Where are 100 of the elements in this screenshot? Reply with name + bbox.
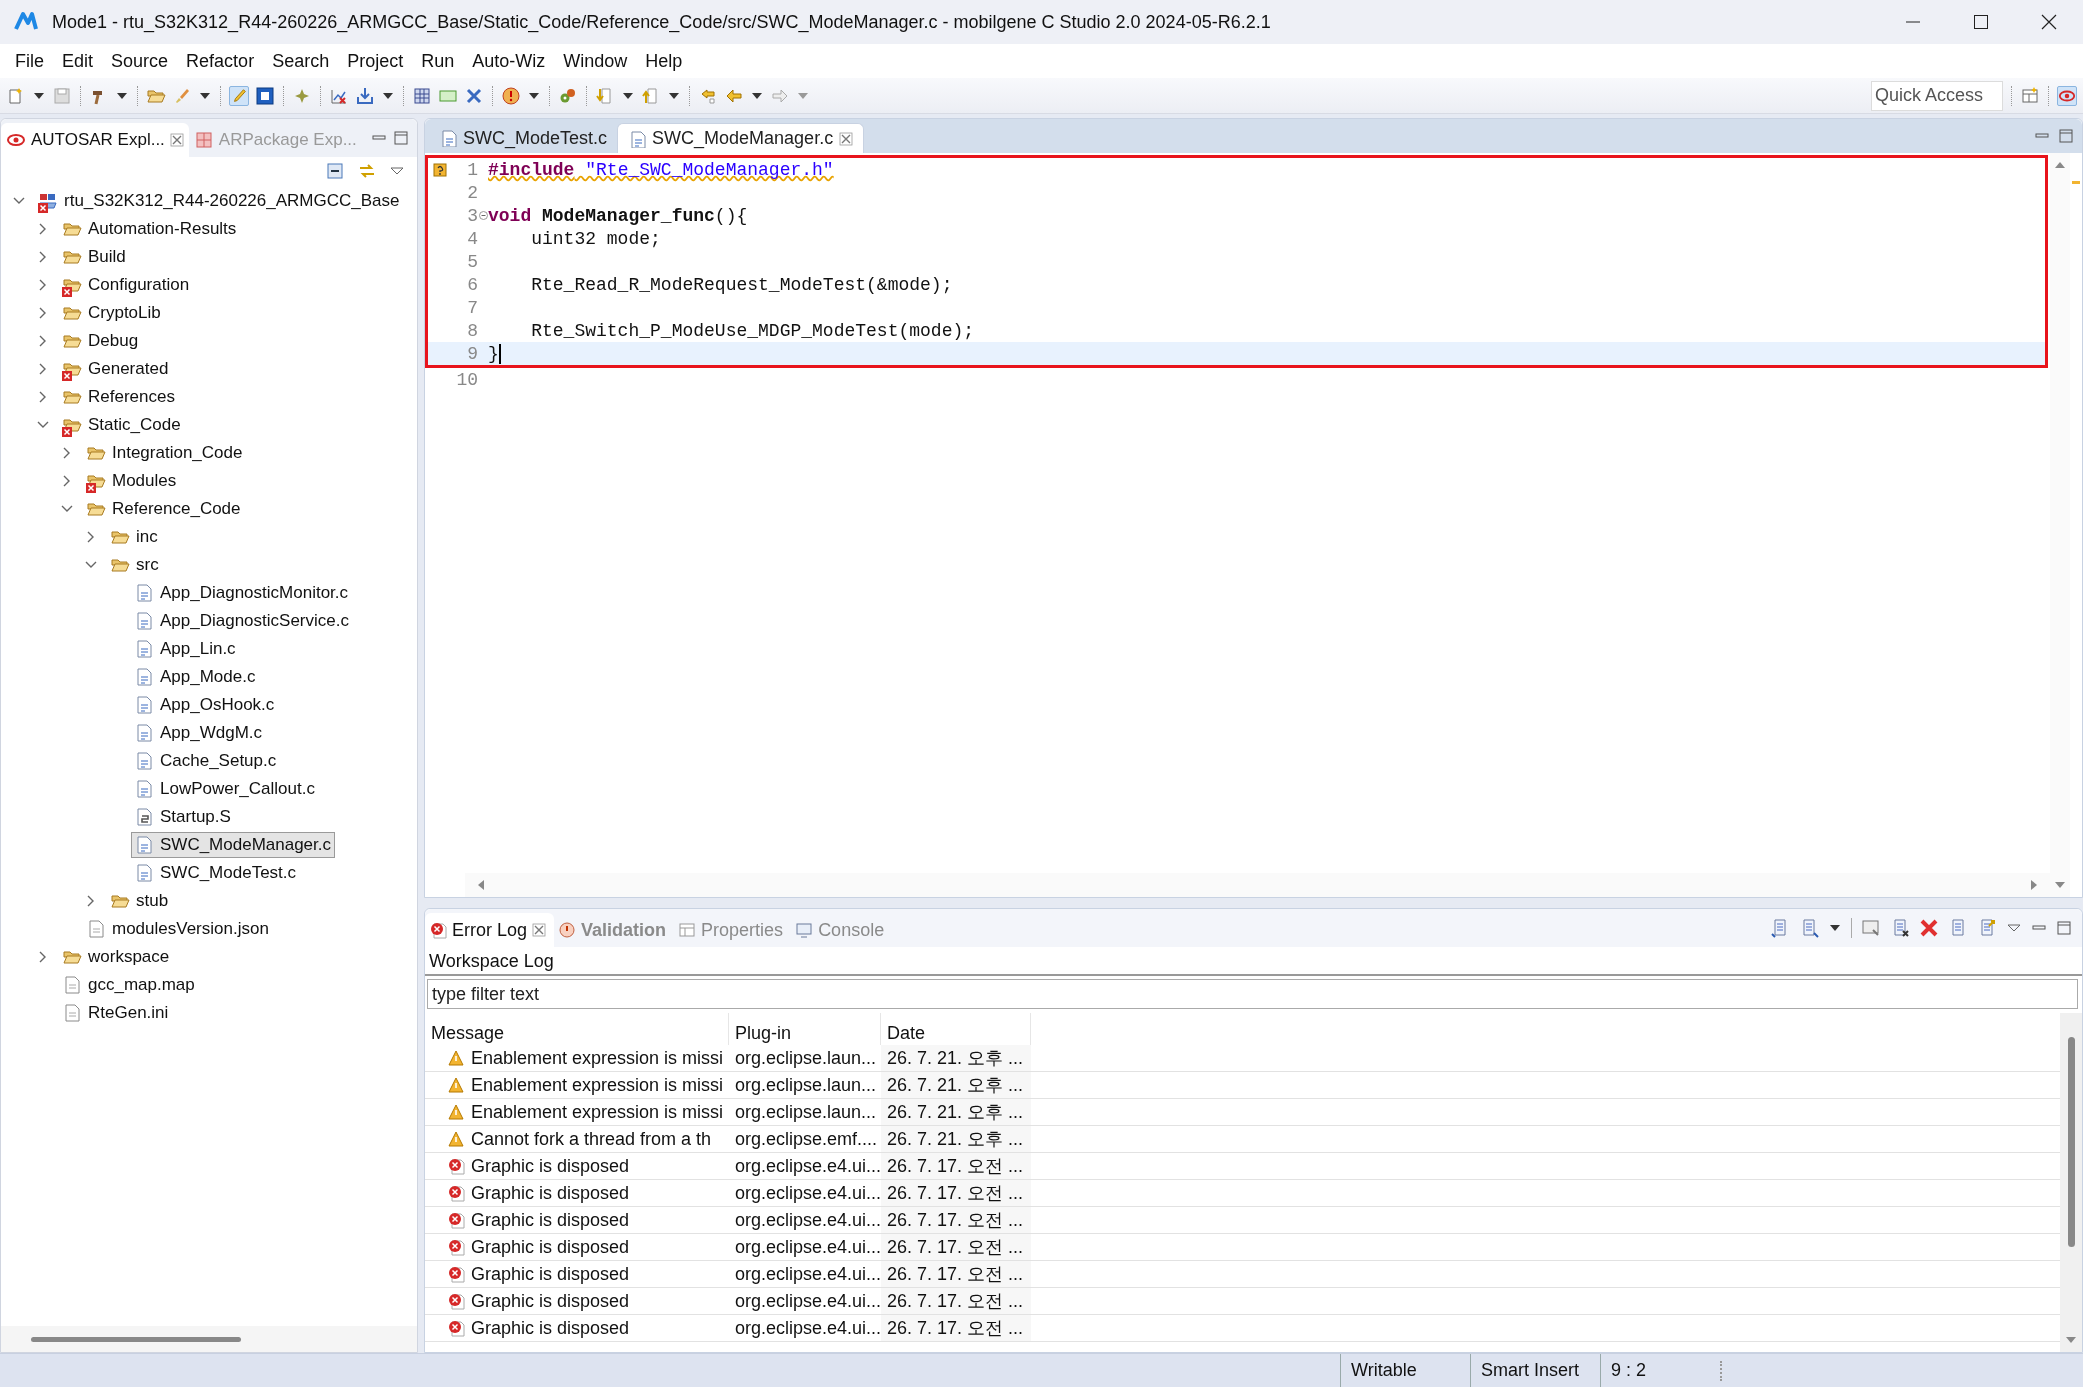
menu-item[interactable]: Run xyxy=(412,46,464,76)
table-cell: 26. 7. 21. 오후 ... xyxy=(881,1099,1031,1125)
table-cell-text: org.eclipse.emf.... xyxy=(734,1127,879,1151)
table-cell: 26. 7. 21. 오후 ... xyxy=(881,1126,1031,1152)
table-cell: Cannot fork a thread from a th xyxy=(471,1128,712,1150)
tree-item[interactable]: App_Mode.c xyxy=(131,664,260,690)
table-cell: 26. 7. 17. 오전 ... xyxy=(881,1234,1031,1260)
tree-item[interactable]: RteGen.ini xyxy=(59,1000,173,1026)
table-cell: 26. 7. 21. 오후 ... xyxy=(881,1045,1031,1071)
line-number: 2 xyxy=(466,182,478,203)
tree-item[interactable]: App_Lin.c xyxy=(131,636,240,662)
line-number: 4 xyxy=(466,228,478,249)
code-line: uint32 mode; xyxy=(530,228,661,249)
menu-item[interactable]: Refactor xyxy=(177,46,264,76)
tree-item[interactable]: SWC_ModeTest.c xyxy=(131,860,301,886)
quick-access-field[interactable]: Quick Access xyxy=(1871,80,2003,111)
table-cell: 26. 7. 17. 오전 ... xyxy=(881,1315,1031,1341)
table-cell: Graphic is disposed xyxy=(471,1209,630,1231)
table-cell: Enablement expression is missi xyxy=(471,1101,724,1123)
table-cell-text: org.eclipse.e4.ui... xyxy=(734,1181,881,1205)
tree-item[interactable]: Integration_Code xyxy=(83,440,247,466)
table-cell-text: org.eclipse.e4.ui... xyxy=(734,1208,881,1232)
menu-item[interactable]: File xyxy=(6,46,53,76)
filter-field[interactable]: type filter text xyxy=(427,979,2078,1009)
menu-item[interactable]: Search xyxy=(263,46,339,76)
code-line: Rte_Read_R_ModeRequest_ModeTest(&mode); xyxy=(530,274,953,295)
table-cell: 26. 7. 17. 오전 ... xyxy=(881,1207,1031,1233)
table-cell: 26. 7. 21. 오후 ... xyxy=(881,1072,1031,1098)
line-number: 7 xyxy=(466,297,478,318)
tree-item[interactable]: modulesVersion.json xyxy=(83,916,273,942)
tree-item[interactable]: App_WdgM.c xyxy=(131,720,267,746)
tree-item[interactable]: Cache_Setup.c xyxy=(131,748,281,774)
menu-item[interactable]: Project xyxy=(338,46,413,76)
code-line: Rte_Switch_P_ModeUse_MDGP_ModeTest(mode); xyxy=(530,320,975,341)
line-number: 10 xyxy=(455,369,478,390)
table-cell: Graphic is disposed xyxy=(471,1182,630,1204)
menu-item[interactable]: Auto-Wiz xyxy=(463,46,555,76)
table-cell-text: org.eclipse.laun... xyxy=(734,1100,878,1124)
table-cell: Graphic is disposed xyxy=(471,1317,630,1339)
table-cell-text: org.eclipse.e4.ui... xyxy=(734,1154,881,1178)
tree-item[interactable]: inc xyxy=(107,524,162,550)
table-cell-text: org.eclipse.e4.ui... xyxy=(734,1262,881,1286)
table-cell: Enablement expression is missi xyxy=(471,1047,724,1069)
status-text: Writable xyxy=(1340,1354,1470,1387)
column-header[interactable]: Message xyxy=(425,1013,729,1045)
tree-item[interactable]: SWC_ModeManager.c xyxy=(131,832,336,858)
line-number: 8 xyxy=(466,320,478,341)
column-header[interactable]: Plug-in xyxy=(729,1013,881,1045)
line-number: 5 xyxy=(466,251,478,272)
panel-tab[interactable]: AUTOSAR Expl... xyxy=(1,123,189,157)
panel-tab[interactable]: Error Log xyxy=(425,913,555,947)
tree-item[interactable]: App_OsHook.c xyxy=(131,692,279,718)
tree-item[interactable]: Generated xyxy=(59,356,173,382)
line-number: 1 xyxy=(466,159,478,180)
tree-item[interactable]: stub xyxy=(107,888,173,914)
status-text: Smart Insert xyxy=(1470,1354,1600,1387)
tree-item[interactable]: workspace xyxy=(59,944,174,970)
menu-item[interactable]: Edit xyxy=(53,46,103,76)
tree-item[interactable]: Automation-Results xyxy=(59,216,241,242)
tree-item[interactable]: Debug xyxy=(59,328,143,354)
table-cell: 26. 7. 17. 오전 ... xyxy=(881,1153,1031,1179)
window-title: Mode1 - rtu_S32K312_R44-260226_ARMGCC_Base/Static_Code/Reference_Code/src/SWC_ModeManager.c - mobilgene C Studio 2.0 2024-05-R6.2.1 xyxy=(52,11,1272,33)
tree-item[interactable]: App_DiagnosticService.c xyxy=(131,608,353,634)
line-number: 9 xyxy=(466,343,478,364)
view-title: Workspace Log xyxy=(425,947,2082,976)
table-cell-text: org.eclipse.e4.ui... xyxy=(734,1235,881,1259)
tree-item[interactable]: Reference_Code xyxy=(83,496,245,522)
table-cell-text: org.eclipse.laun... xyxy=(734,1073,878,1097)
editor-tab[interactable]: SWC_ModeTest.c xyxy=(429,123,618,153)
table-cell: Graphic is disposed xyxy=(471,1263,630,1285)
tree-item[interactable]: Static_Code xyxy=(59,412,185,438)
tree-item[interactable]: Modules xyxy=(83,468,181,494)
tree-item[interactable]: References xyxy=(59,384,179,410)
code-line: } xyxy=(488,343,499,364)
tree-item[interactable]: Configuration xyxy=(59,272,194,298)
line-number: 6 xyxy=(466,274,478,295)
status-text: 9 : 2 xyxy=(1600,1354,1720,1387)
table-cell: Graphic is disposed xyxy=(471,1290,630,1312)
table-cell: Graphic is disposed xyxy=(471,1236,630,1258)
tree-item[interactable]: src xyxy=(107,552,163,578)
code-line: #include "Rte_SWC_ModeManager.h" xyxy=(488,159,834,180)
table-cell: 26. 7. 17. 오전 ... xyxy=(881,1288,1031,1314)
menu-item[interactable]: Source xyxy=(102,46,178,76)
tree-item[interactable]: Startup.S xyxy=(131,804,235,830)
menu-item[interactable]: Help xyxy=(636,46,692,76)
tree-item[interactable]: LowPower_Callout.c xyxy=(131,776,319,802)
table-cell: 26. 7. 17. 오전 ... xyxy=(881,1180,1031,1206)
tree-item[interactable]: rtu_S32K312_R44-260226_ARMGCC_Base xyxy=(35,188,404,214)
line-number: 3 xyxy=(466,205,478,226)
tree-item[interactable]: CryptoLib xyxy=(59,300,165,326)
table-cell: Graphic is disposed xyxy=(471,1155,630,1177)
table-cell: Enablement expression is missi xyxy=(471,1074,724,1096)
tree-item[interactable]: Build xyxy=(59,244,130,270)
tree-item[interactable]: App_DiagnosticMonitor.c xyxy=(131,580,353,606)
menu-item[interactable]: Window xyxy=(554,46,637,76)
table-cell-text: org.eclipse.e4.ui... xyxy=(734,1289,881,1313)
tree-item[interactable]: gcc_map.map xyxy=(59,972,199,998)
table-cell-text: org.eclipse.laun... xyxy=(734,1046,878,1070)
editor-tab[interactable]: SWC_ModeManager.c xyxy=(617,123,865,153)
table-cell-text: org.eclipse.e4.ui... xyxy=(734,1316,881,1340)
